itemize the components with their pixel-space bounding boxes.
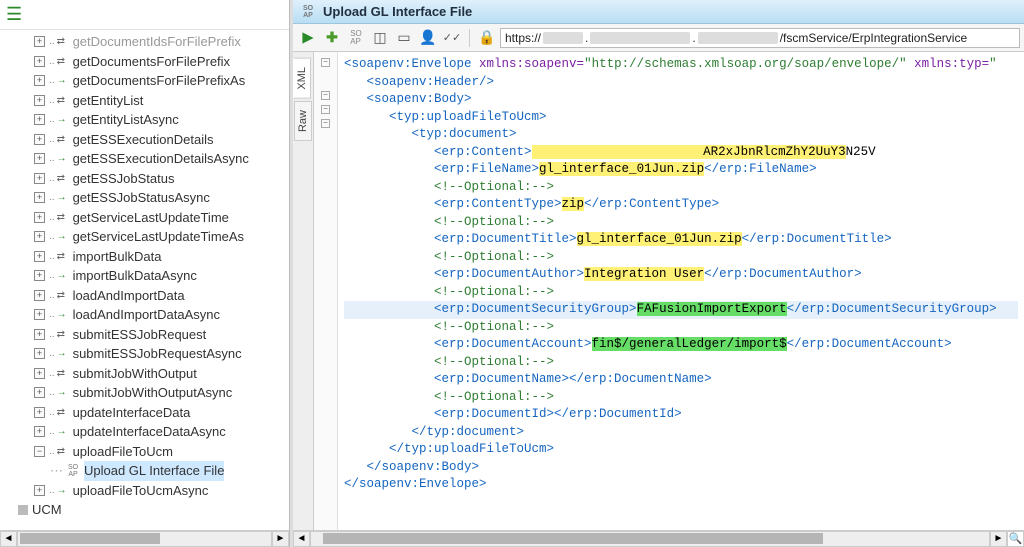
endpoint-url[interactable]: https://../fscmService/ErpIntegrationSer… — [500, 28, 1020, 48]
run-icon[interactable] — [297, 28, 319, 48]
tree-item[interactable]: +..⇄getDocumentIdsForFilePrefix — [4, 32, 289, 52]
tree-item[interactable]: +..⇄submitESSJobRequest — [4, 325, 289, 345]
tree-item[interactable]: +..⇄getServiceLastUpdateTime — [4, 208, 289, 228]
lock-icon[interactable]: 🔒 — [476, 28, 498, 48]
navigation-pane: ☰ +..⇄getDocumentIdsForFilePrefix +..⇄ge… — [0, 0, 290, 547]
xml-editor[interactable]: <soapenv:Envelope xmlns:soapenv="http://… — [338, 52, 1024, 530]
tree-item[interactable]: +..→uploadFileToUcmAsync — [4, 481, 289, 501]
tree-item[interactable]: +..⇄getESSJobStatus — [4, 169, 289, 189]
tree-item-selected[interactable]: ⋯SOAPUpload GL Interface File — [4, 461, 289, 481]
tree-item[interactable]: +..⇄submitJobWithOutput — [4, 364, 289, 384]
attach-icon[interactable]: ◫ — [369, 28, 391, 48]
toolbar: ✚ SOAP ◫ ▭ 👤 ✓✓ 🔒 https://../fscmService… — [293, 24, 1024, 52]
left-hscrollbar[interactable]: ◄► — [0, 530, 289, 547]
side-tabs: XML Raw — [293, 52, 314, 530]
find-icon[interactable]: 🔍 — [1007, 531, 1024, 547]
tree-item[interactable]: +..⇄importBulkData — [4, 247, 289, 267]
tree-item[interactable]: +..⇄updateInterfaceData — [4, 403, 289, 423]
bottom-hscrollbar[interactable]: ◄► 🔍 — [293, 530, 1024, 547]
tree-item[interactable]: +..⇄getDocumentsForFilePrefix — [4, 52, 289, 72]
tree-item[interactable]: +..→submitJobWithOutputAsync — [4, 383, 289, 403]
tab-xml[interactable]: XML — [293, 58, 311, 99]
tree-item[interactable]: +..→getESSJobStatusAsync — [4, 188, 289, 208]
tree-item-expanded[interactable]: −..⇄uploadFileToUcm — [4, 442, 289, 462]
tree-item[interactable]: +..→loadAndImportDataAsync — [4, 305, 289, 325]
menu-icon[interactable]: ☰ — [0, 0, 289, 30]
tree-item[interactable]: +..→getDocumentsForFilePrefixAs — [4, 71, 289, 91]
soap-icon: SOAP — [299, 5, 317, 19]
tree-item[interactable]: +..→getServiceLastUpdateTimeAs — [4, 227, 289, 247]
fold-gutter[interactable]: − − − − — [314, 52, 338, 530]
tree-item[interactable]: +..⇄loadAndImportData — [4, 286, 289, 306]
doc-icon[interactable]: ▭ — [393, 28, 415, 48]
toolbar-separator — [469, 29, 470, 47]
add-icon[interactable]: ✚ — [321, 28, 343, 48]
tree-item[interactable]: +..⇄getEntityList — [4, 91, 289, 111]
tree-item[interactable]: +..→importBulkDataAsync — [4, 266, 289, 286]
operation-tree[interactable]: +..⇄getDocumentIdsForFilePrefix +..⇄getD… — [0, 30, 289, 530]
titlebar: SOAP Upload GL Interface File — [293, 0, 1024, 24]
tab-raw[interactable]: Raw — [294, 101, 312, 141]
tree-item[interactable]: +..→getEntityListAsync — [4, 110, 289, 130]
editor: XML Raw − − − − <soapenv:Envelope xmlns:… — [293, 52, 1024, 530]
title-text: Upload GL Interface File — [323, 4, 472, 19]
request-pane: SOAP Upload GL Interface File ✚ SOAP ◫ ▭… — [290, 0, 1024, 547]
tree-item[interactable]: +..⇄getESSExecutionDetails — [4, 130, 289, 150]
tree-item[interactable]: +..→submitESSJobRequestAsync — [4, 344, 289, 364]
soap-tool-icon[interactable]: SOAP — [345, 28, 367, 48]
tree-item[interactable]: UCM — [4, 500, 289, 520]
tree-item[interactable]: +..→updateInterfaceDataAsync — [4, 422, 289, 442]
tree-item[interactable]: +..→getESSExecutionDetailsAsync — [4, 149, 289, 169]
assert-icon[interactable]: ✓✓ — [441, 28, 463, 48]
user-icon[interactable]: 👤 — [417, 28, 439, 48]
